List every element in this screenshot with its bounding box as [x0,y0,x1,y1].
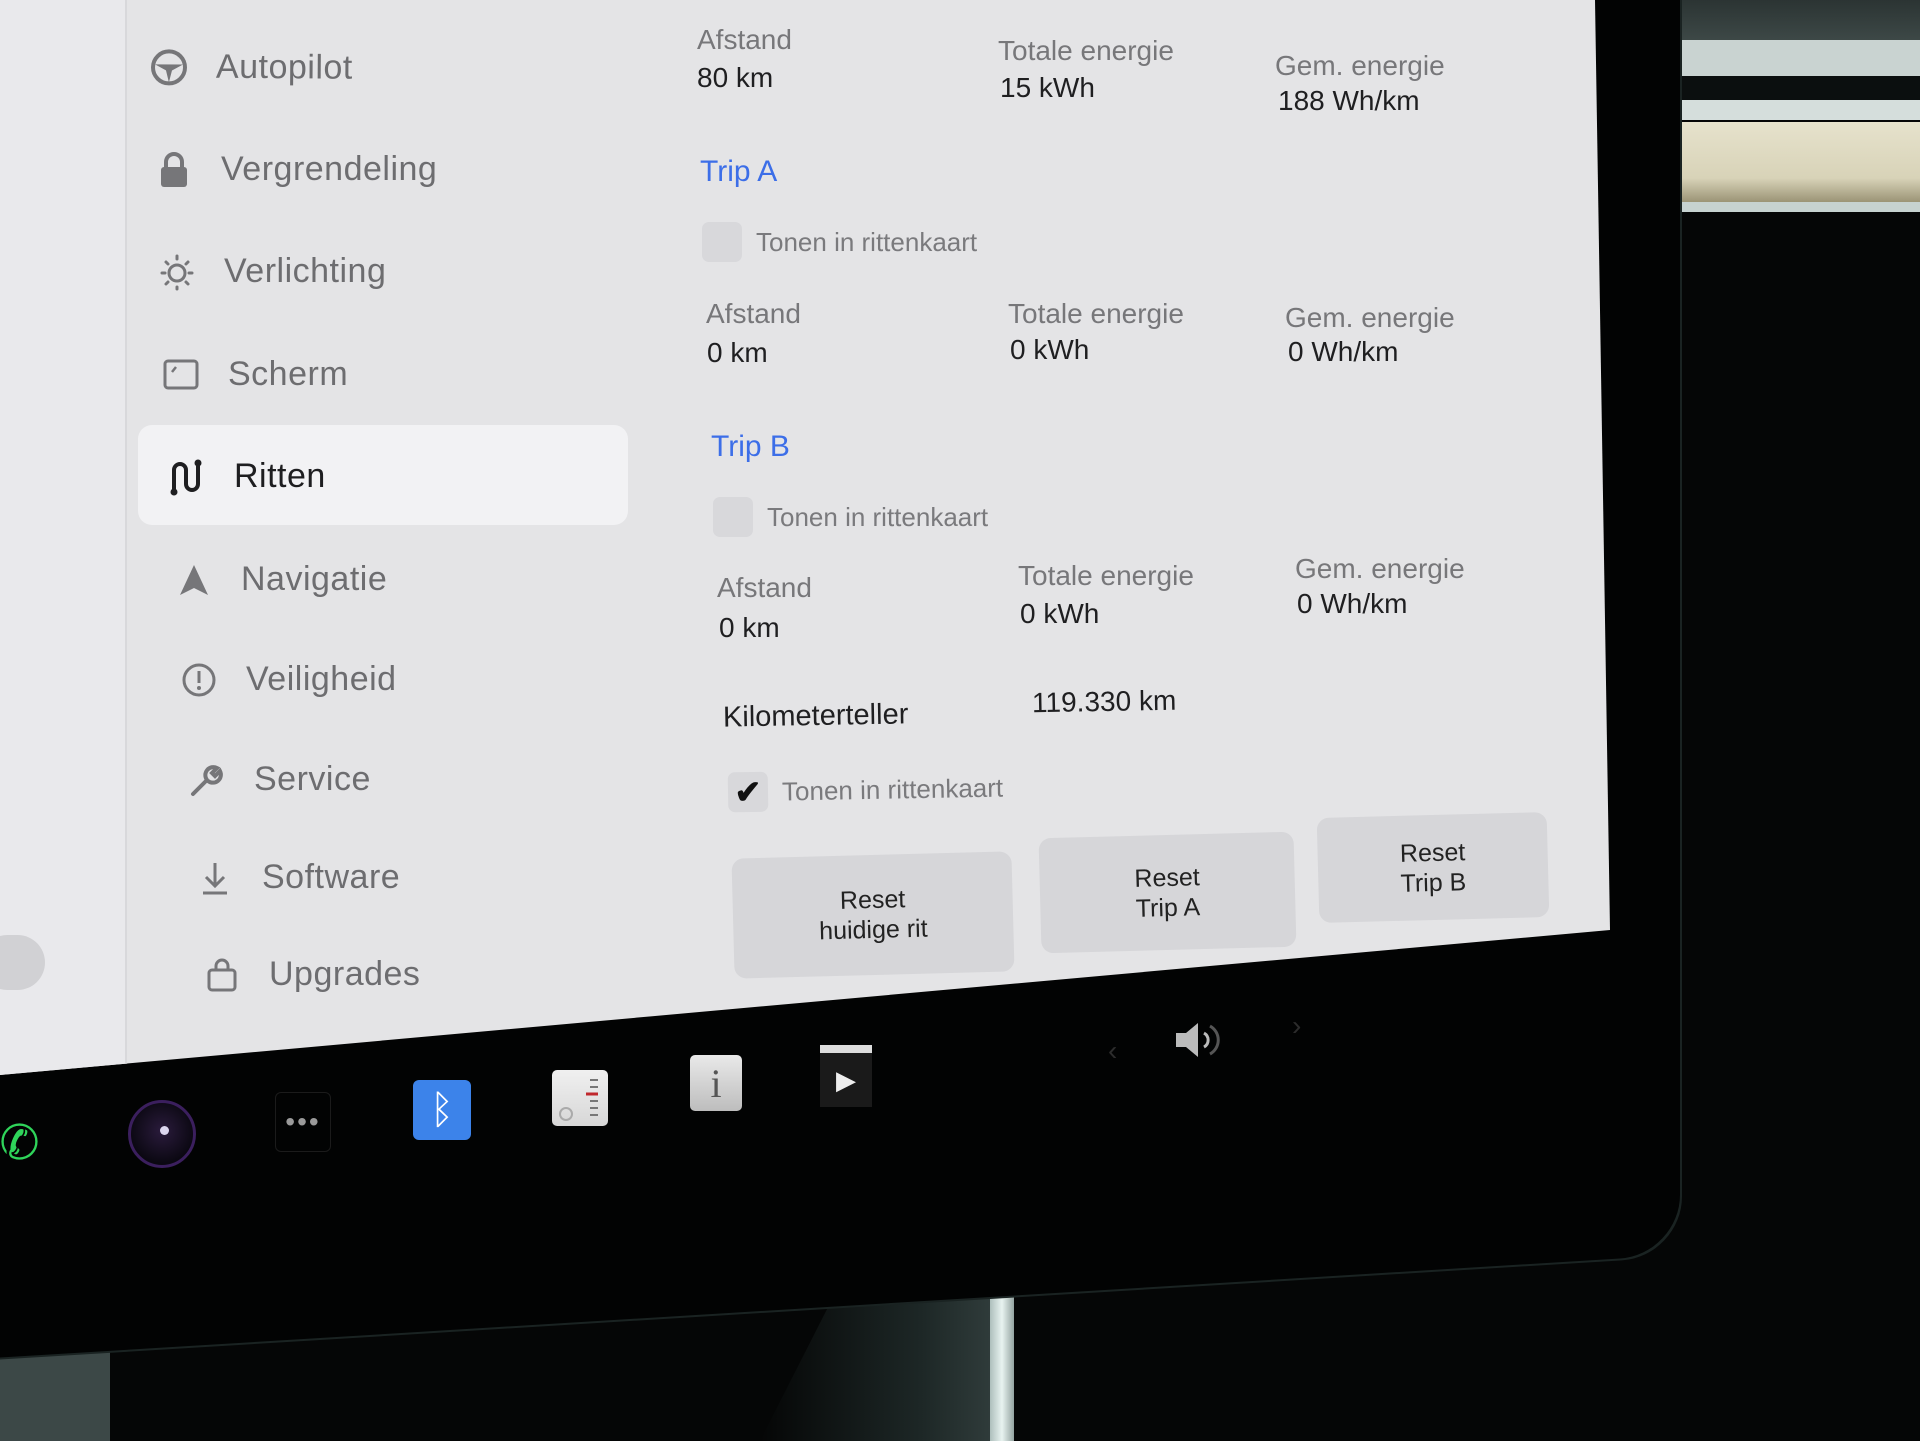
trip-a-energy-label: Totale energie [1008,298,1184,329]
trip-b-avg-label: Gem. energie [1295,553,1465,584]
button-label: Reset [1134,862,1201,893]
trip-a-avg-value: 0 Wh/km [1288,336,1399,367]
radio-icon[interactable] [552,1070,608,1126]
trip-a-distance-label: Afstand [706,298,801,329]
button-label: Trip A [1135,892,1201,923]
current-avg-label: Gem. energie [1275,50,1445,81]
current-avg-value: 188 Wh/km [1278,85,1420,116]
dashboard-trim [1670,100,1920,120]
trip-a-distance-value: 0 km [707,337,768,368]
button-label: huidige rit [818,914,928,946]
trip-b-energy-value: 0 kWh [1020,598,1100,629]
odometer-label: Kilometerteller [722,698,909,734]
checkbox-label: Tonen in rittenkaart [781,772,1004,806]
volume-icon[interactable] [1170,1015,1230,1065]
checkbox-box[interactable] [713,497,753,537]
reset-trip-a-button[interactable]: Reset Trip A [1038,831,1297,954]
trip-b-avg-value: 0 Wh/km [1297,588,1408,619]
trip-b-distance-value: 0 km [719,612,780,643]
media-player-icon[interactable]: ▶ [820,1045,872,1107]
current-energy-label: Totale energie [998,35,1174,66]
trip-a-show-on-map-checkbox[interactable]: Tonen in rittenkaart [702,222,977,262]
reset-trip-b-button[interactable]: Reset Trip B [1316,812,1550,923]
dashboard-wood-trim [1680,122,1920,202]
odometer-show-on-map-checkbox[interactable]: ✔ Tonen in rittenkaart [727,768,1004,813]
current-distance-label: Afstand [697,24,792,55]
dashboard-gap [1660,76,1920,100]
dashboard-trim [1682,202,1920,212]
button-label: Reset [839,885,906,915]
checkmark-icon[interactable]: ✔ [727,771,769,813]
checkbox-label: Tonen in rittenkaart [767,501,989,532]
current-energy-value: 15 kWh [1000,72,1095,103]
reset-current-trip-button[interactable]: Reset huidige rit [731,851,1015,979]
button-label: Trip B [1400,867,1467,898]
checkbox-box[interactable] [702,222,742,262]
more-apps-icon[interactable]: ••• [275,1092,331,1152]
trip-a-title: Trip A [700,155,778,188]
phone-icon[interactable]: ✆ [0,1115,47,1170]
camera-icon[interactable] [128,1100,196,1168]
bluetooth-icon[interactable]: ᛒ [413,1080,471,1140]
trip-a-energy-value: 0 kWh [1010,334,1090,365]
dashboard-trim [1660,40,1920,76]
trip-a-avg-label: Gem. energie [1285,302,1455,333]
manual-info-icon[interactable]: i [690,1055,742,1111]
checkbox-label: Tonen in rittenkaart [756,226,978,257]
trip-b-show-on-map-checkbox[interactable]: Tonen in rittenkaart [713,497,988,537]
trip-b-distance-label: Afstand [717,572,812,603]
touchscreen: Autopilot Vergrendeling Verlichting Sche… [0,0,1610,1075]
camera-lens [159,1125,169,1135]
current-distance-value: 80 km [697,62,774,93]
trip-b-energy-label: Totale energie [1018,560,1194,591]
volume-down-icon[interactable]: ‹ [1108,1035,1117,1067]
odometer-value: 119.330 km [1031,684,1177,719]
trip-b-title: Trip B [711,430,790,463]
volume-up-icon[interactable]: › [1292,1010,1301,1042]
button-label: Reset [1399,837,1466,868]
trips-content: Afstand 80 km Totale energie 15 kWh Gem.… [0,0,1610,1075]
